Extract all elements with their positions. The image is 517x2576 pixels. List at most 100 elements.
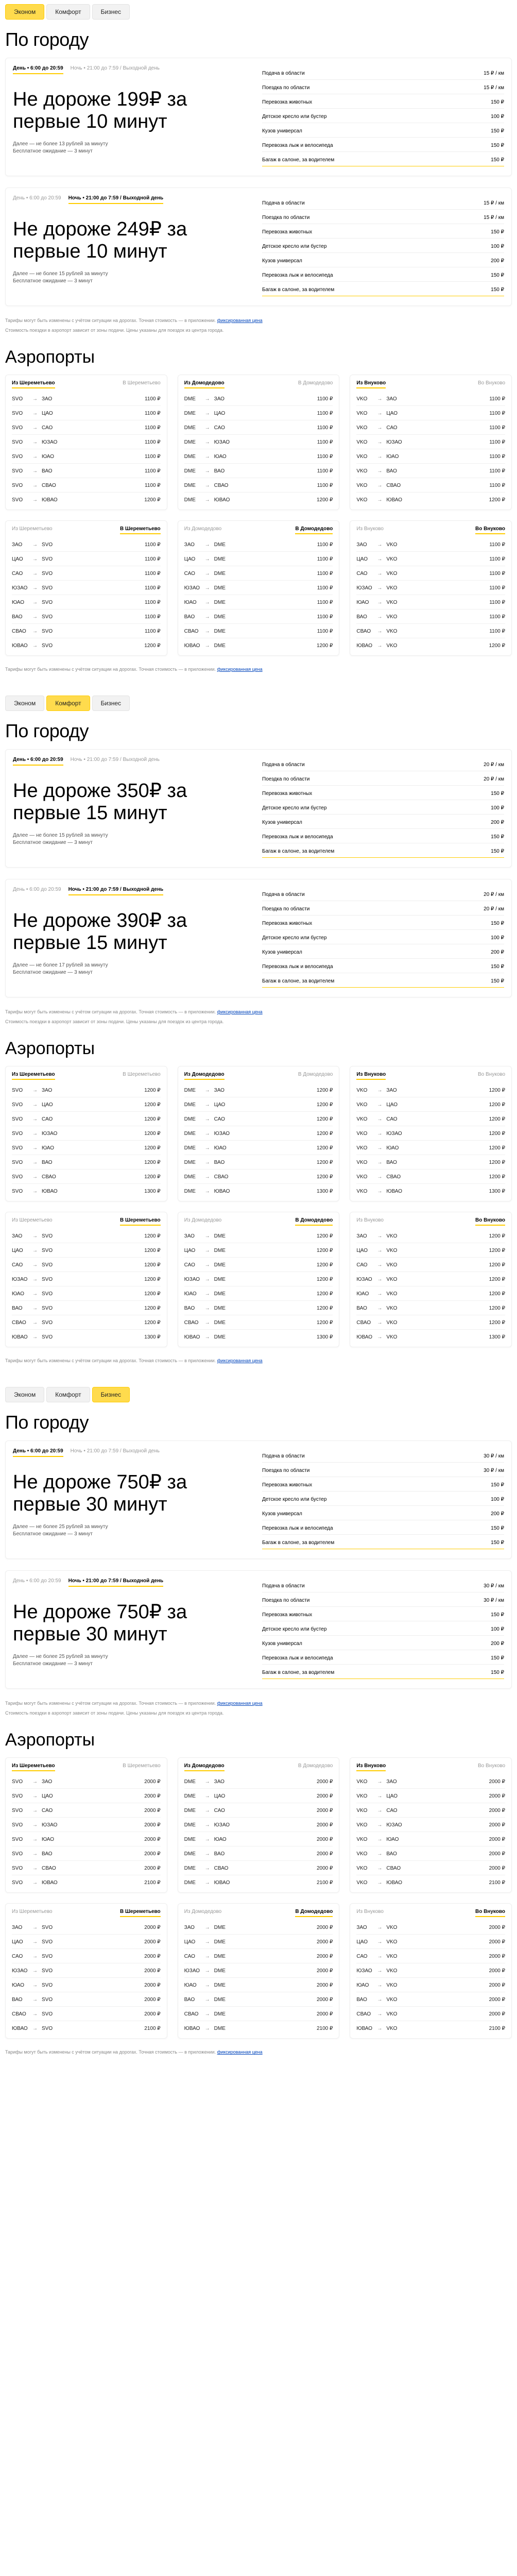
airport-tab[interactable]: Из Внуково <box>356 1217 384 1226</box>
footnote-link[interactable]: фиксированная цена <box>217 1009 263 1014</box>
airport-tab[interactable]: Из Внуково <box>356 1763 386 1772</box>
footnote-link[interactable]: фиксированная цена <box>217 667 263 672</box>
airport-tab[interactable]: В Домодедово <box>298 1072 333 1080</box>
tab-2[interactable]: Бизнес <box>92 696 130 711</box>
airport-tab[interactable]: Во Внуково <box>478 1763 505 1771</box>
period-tab-night[interactable]: Ночь • 21:00 до 7:59 / Выходной день <box>68 887 164 896</box>
route-from: DME <box>184 411 196 417</box>
airport-tab[interactable]: В Шереметьево <box>123 1763 161 1771</box>
airport-tab[interactable]: Из Внуково <box>356 380 386 389</box>
airport-tab[interactable]: Во Внуково <box>475 526 506 535</box>
airport-tab[interactable]: Из Домодедово <box>184 1763 225 1772</box>
route-to: СВАО <box>386 1866 401 1872</box>
airport-tab[interactable]: Из Шереметьево <box>12 1909 53 1917</box>
route-price: 1100 ₽ <box>489 571 506 577</box>
service-row: Багаж в салоне, за водителем 150 ₽ <box>262 282 504 296</box>
table-row: SVO → ВАО 2000 ₽ <box>12 1846 161 1861</box>
tab-0[interactable]: Эконом <box>5 1387 45 1403</box>
airport-tab[interactable]: Во Внуково <box>475 1217 506 1226</box>
airport-tab[interactable]: Из Домодедово <box>184 1217 222 1226</box>
tab-1[interactable]: Комфорт <box>46 1387 90 1403</box>
tab-1[interactable]: Комфорт <box>46 696 90 711</box>
airport-tab[interactable]: Из Домодедово <box>184 1072 225 1080</box>
arrow-icon: → <box>377 1233 383 1240</box>
route-from: VKO <box>356 454 368 460</box>
period-tab-night[interactable]: Ночь • 21:00 до 7:59 / Выходной день <box>71 65 160 74</box>
table-row: ЮВАО → DME 1300 ₽ <box>184 1330 333 1344</box>
period-tab-night[interactable]: Ночь • 21:00 до 7:59 / Выходной день <box>68 195 164 204</box>
period-tab-day[interactable]: День • 6:00 до 20:59 <box>13 1578 61 1587</box>
airport-card: Из Внуково Во Внуково ЗАО → VKO 2000 ₽ ЦАО → VKO… <box>350 1903 512 2039</box>
footnote-link[interactable]: фиксированная цена <box>217 2049 263 2055</box>
service-label: Перевозка животных <box>262 1482 313 1488</box>
airport-tab[interactable]: В Шереметьево <box>119 1909 161 1918</box>
route-price: 1200 ₽ <box>316 1102 333 1108</box>
airport-tab[interactable]: Из Домодедово <box>184 380 225 389</box>
route-to: DME <box>214 571 226 577</box>
period-tab-day[interactable]: День • 6:00 до 20:59 <box>13 195 61 204</box>
tab-2[interactable]: Бизнес <box>92 1387 130 1403</box>
period-tab-day[interactable]: День • 6:00 до 20:59 <box>13 65 63 74</box>
route-price: 2000 ₽ <box>489 1968 506 1974</box>
table-row: СВАО → DME 1100 ₽ <box>184 624 333 639</box>
airport-tab[interactable]: В Домодедово <box>295 1909 333 1918</box>
period-tab-night[interactable]: Ночь • 21:00 до 7:59 / Выходной день <box>71 757 160 766</box>
airport-tab[interactable]: В Домодедово <box>298 380 333 388</box>
arrow-icon: → <box>32 1262 38 1268</box>
airport-tab[interactable]: В Шереметьево <box>119 526 161 535</box>
tab-1[interactable]: Комфорт <box>46 4 90 20</box>
route-from: ЗАО <box>12 1925 23 1931</box>
tab-0[interactable]: Эконом <box>5 696 45 711</box>
tab-2[interactable]: Бизнес <box>92 4 130 20</box>
airport-tab[interactable]: В Домодедово <box>295 526 333 535</box>
airport-tab[interactable]: Из Шереметьево <box>12 1072 55 1080</box>
route-to: ЮАО <box>386 1837 399 1843</box>
airport-tab[interactable]: Во Внуково <box>478 1072 505 1080</box>
route-to: DME <box>214 1277 226 1283</box>
airport-tab[interactable]: В Домодедово <box>298 1763 333 1771</box>
service-label: Багаж в салоне, за водителем <box>262 287 335 293</box>
airport-tab[interactable]: В Домодедово <box>295 1217 333 1226</box>
footnote-link[interactable]: фиксированная цена <box>217 1701 263 1706</box>
route-price: 2000 ₽ <box>316 1968 333 1974</box>
table-row: ЗАО → SVO 1200 ₽ <box>12 1229 161 1244</box>
period-tab-day[interactable]: День • 6:00 до 20:59 <box>13 1448 63 1458</box>
route-from: SVO <box>12 468 23 474</box>
route-from: ЦАО <box>184 1939 196 1945</box>
airport-tab[interactable]: Из Домодедово <box>184 526 222 534</box>
route-price: 1100 ₽ <box>145 396 161 402</box>
airport-tab[interactable]: Из Домодедово <box>184 1909 222 1917</box>
period-tab-day[interactable]: День • 6:00 до 20:59 <box>13 757 63 766</box>
airport-tab[interactable]: Во Внуково <box>475 1909 506 1918</box>
route-price: 2000 ₽ <box>144 1968 161 1974</box>
period-tab-day[interactable]: День • 6:00 до 20:59 <box>13 887 61 895</box>
route-from: SVO <box>12 1189 23 1195</box>
footnote-link[interactable]: фиксированная цена <box>217 1358 263 1363</box>
tab-0[interactable]: Эконом <box>5 4 45 20</box>
airport-tab[interactable]: Из Внуково <box>356 1909 384 1917</box>
route-from: ЮЗАО <box>12 585 28 591</box>
tariff-card: День • 6:00 до 20:59 Ночь • 21:00 до 7:59… <box>5 1440 512 1560</box>
airport-tab[interactable]: Из Внуково <box>356 526 384 534</box>
airport-tab[interactable]: В Шереметьево <box>123 380 161 388</box>
airport-tab[interactable]: Из Шереметьево <box>12 1763 55 1772</box>
route-from: SVO <box>12 1793 23 1800</box>
period-tab-night[interactable]: Ночь • 21:00 до 7:59 / Выходной день <box>68 1578 164 1587</box>
airport-card: Из Шереметьево В Шереметьево SVO → ЗАО 1100 ₽… <box>5 375 167 511</box>
airport-tab[interactable]: В Шереметьево <box>119 1217 161 1226</box>
table-row: ЗАО → DME 1200 ₽ <box>184 1229 333 1244</box>
route-price: 1100 ₽ <box>489 614 506 620</box>
airport-tab[interactable]: Из Внуково <box>356 1072 386 1080</box>
footnote-link[interactable]: фиксированная цена <box>217 318 263 323</box>
route-from: VKO <box>356 1880 368 1886</box>
period-tab-night[interactable]: Ночь • 21:00 до 7:59 / Выходной день <box>71 1448 160 1457</box>
arrow-icon: → <box>204 1291 210 1297</box>
airport-tab[interactable]: Из Шереметьево <box>12 1217 53 1226</box>
airport-tab[interactable]: Из Шереметьево <box>12 526 53 534</box>
service-row: Кузов универсал 200 ₽ <box>262 1636 504 1651</box>
airport-card: Из Шереметьево В Шереметьево ЗАО → SVO 2000 ₽… <box>5 1903 167 2039</box>
airport-tab[interactable]: Во Внуково <box>478 380 505 388</box>
airport-tab[interactable]: Из Шереметьево <box>12 380 55 389</box>
airport-card: Из Шереметьево В Шереметьево ЗАО → SVO 1100 ₽… <box>5 520 167 656</box>
airport-tab[interactable]: В Шереметьево <box>123 1072 161 1080</box>
